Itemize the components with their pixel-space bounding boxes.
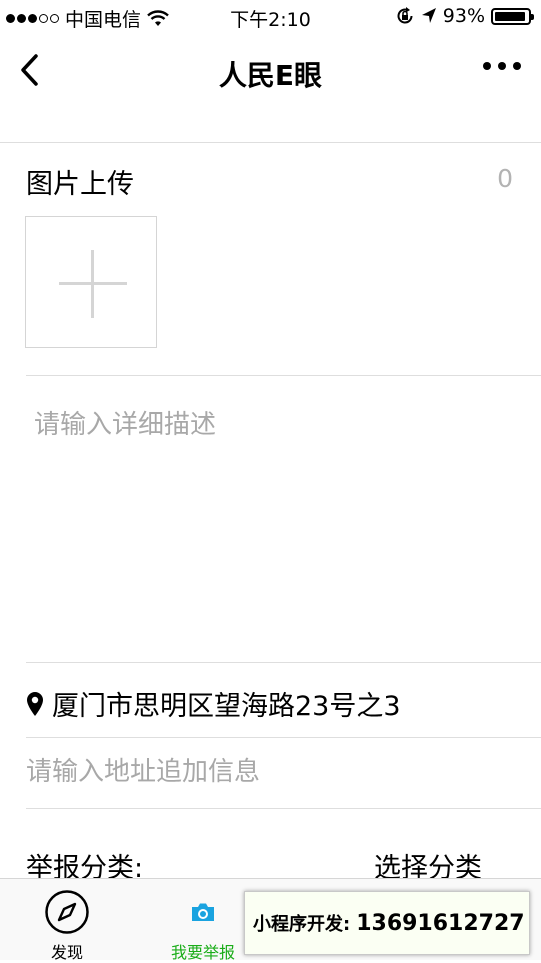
nav-bar: 人民E眼	[0, 36, 541, 108]
dev-contact-banner: 小程序开发: 13691612727	[244, 891, 530, 955]
more-dot	[483, 62, 491, 70]
add-photo-button[interactable]	[25, 216, 157, 348]
compass-icon	[45, 890, 89, 934]
divider	[26, 662, 541, 663]
more-dot	[498, 62, 506, 70]
divider	[0, 142, 541, 143]
plus-icon-vertical	[91, 250, 94, 318]
camera-icon	[192, 903, 214, 921]
tab-label: 我要举报	[170, 943, 235, 962]
upload-count: 0	[497, 164, 513, 193]
banner-phone: 13691612727	[356, 910, 525, 936]
divider	[26, 375, 541, 376]
address-extra-input[interactable]	[26, 752, 506, 792]
location-row[interactable]: 厦门市思明区望海路23号之3	[26, 684, 401, 723]
upload-label: 图片上传	[26, 169, 134, 200]
divider	[26, 737, 541, 738]
battery-fill	[495, 11, 525, 21]
location-arrow-icon	[421, 8, 436, 23]
description-textarea[interactable]	[34, 404, 514, 634]
more-dots-icon[interactable]	[483, 62, 521, 70]
map-pin-icon	[27, 691, 43, 716]
rotation-lock-icon	[397, 7, 413, 24]
more-dot	[513, 62, 521, 70]
banner-label: 小程序开发:	[253, 914, 351, 935]
tab-label: 发现	[50, 943, 83, 962]
page-title: 人民E眼	[218, 59, 323, 92]
battery-icon	[491, 7, 534, 25]
location-address: 厦门市思明区望海路23号之3	[52, 691, 401, 722]
battery-percent: 93%	[442, 5, 485, 27]
tab-report[interactable]: 我要举报	[148, 879, 258, 962]
status-bar: 中国电信 下午2:10 93%	[0, 0, 541, 36]
tab-discover[interactable]: 发现	[12, 879, 122, 962]
divider	[26, 808, 541, 809]
status-right: 93%	[395, 5, 534, 27]
